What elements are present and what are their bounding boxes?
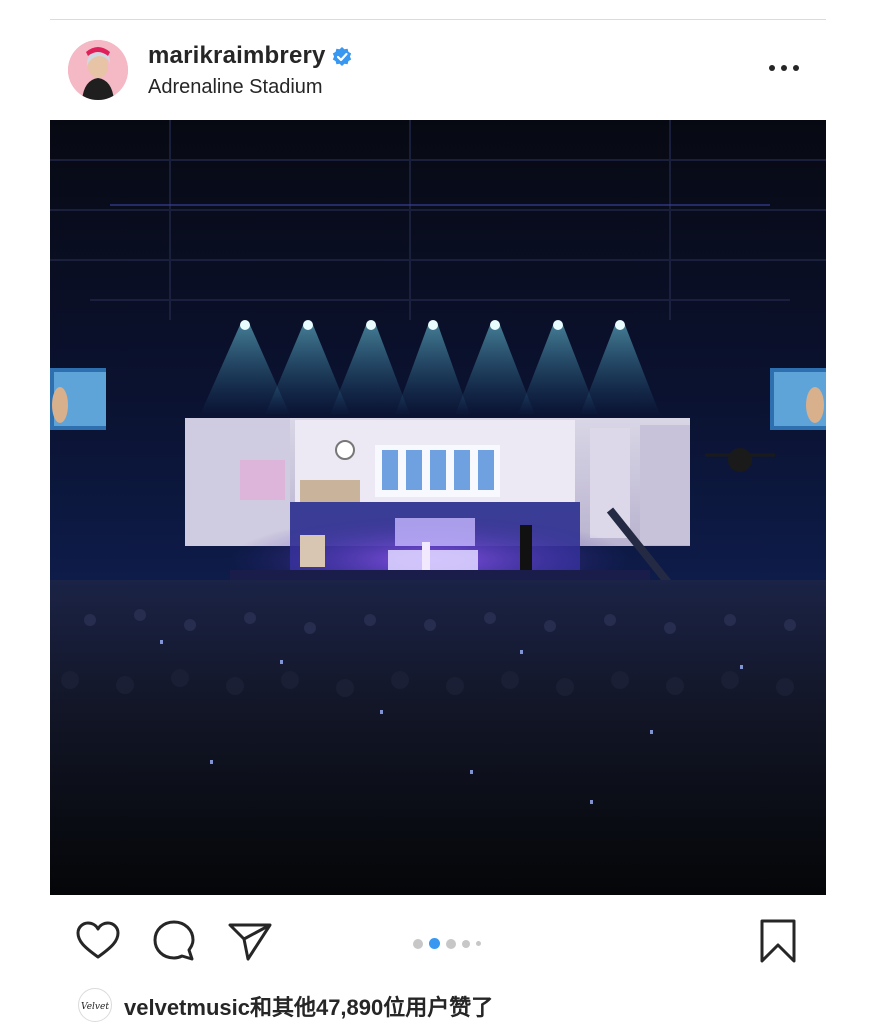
- carousel-dot: [429, 938, 440, 950]
- carousel-dot: [462, 939, 470, 948]
- liker-avatar[interactable]: Velvet: [78, 988, 112, 1022]
- comment-bubble-icon[interactable]: [150, 917, 198, 965]
- post-username[interactable]: marikraimbrery: [148, 42, 352, 70]
- likes-row: Velvet velvetmusic和其他47,890位用户赞了: [78, 985, 858, 1025]
- username-text[interactable]: marikraimbrery: [148, 42, 326, 69]
- carousel-dot: [413, 938, 423, 949]
- post-actions-bar: [0, 905, 875, 975]
- carousel-indicator: [410, 935, 484, 950]
- carousel-dot: [446, 938, 456, 949]
- post-photo[interactable]: [50, 120, 826, 895]
- heart-icon[interactable]: [74, 917, 122, 965]
- concert-stage-image: [50, 120, 826, 895]
- post-location[interactable]: Adrenaline Stadium: [148, 76, 323, 99]
- likes-text[interactable]: velvetmusic和其他47,890位用户赞了: [124, 990, 493, 1022]
- post-header: marikraimbrery Adrenaline Stadium: [0, 36, 875, 104]
- bookmark-icon[interactable]: [754, 917, 802, 965]
- user-avatar[interactable]: [68, 40, 128, 100]
- paper-plane-icon[interactable]: [226, 917, 274, 965]
- top-divider: [50, 19, 826, 20]
- carousel-dot: [476, 941, 481, 947]
- verified-badge-icon: [332, 46, 351, 66]
- more-options-icon[interactable]: [766, 58, 802, 78]
- liker-avatar-logo: Velvet: [81, 1002, 109, 1012]
